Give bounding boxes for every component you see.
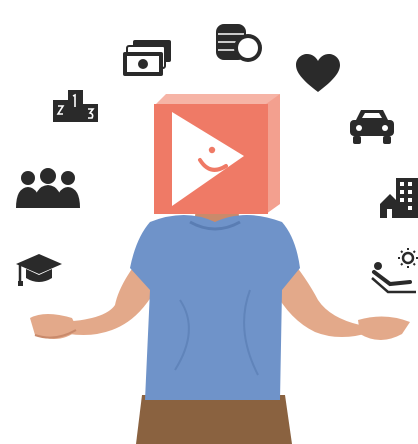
person-figure: [30, 94, 410, 444]
coins-icon: [214, 20, 264, 66]
graduation-cap-icon: [16, 252, 62, 288]
relaxing-sun-icon: [370, 248, 418, 294]
family-icon: [16, 168, 80, 208]
house-building-icon: [380, 178, 418, 218]
logo-box-head: [154, 94, 280, 214]
podium-icon: [53, 88, 99, 124]
cash-icon: [121, 38, 173, 78]
car-icon: [348, 106, 396, 146]
photo-scene: [0, 0, 418, 444]
heart-icon: [296, 54, 340, 94]
